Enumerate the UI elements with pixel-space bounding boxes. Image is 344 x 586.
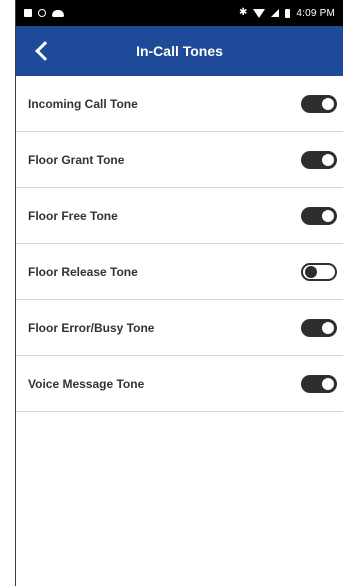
page-title: In-Call Tones (136, 43, 223, 59)
toggle-knob (305, 265, 317, 278)
square-notification-icon (24, 9, 32, 17)
settings-list: Incoming Call Tone Floor Grant Tone Floo… (16, 76, 343, 412)
setting-label: Floor Release Tone (28, 264, 138, 279)
toggle-knob (322, 97, 334, 110)
phone-screen: ✱ 4:09 PM In-Call Tones Incoming Call To… (15, 0, 343, 586)
setting-label: Floor Error/Busy Tone (28, 320, 155, 335)
app-bar: In-Call Tones (16, 26, 343, 76)
chevron-left-icon (35, 41, 55, 61)
floor-grant-tone-toggle[interactable] (301, 150, 337, 169)
toggle-knob (322, 377, 334, 390)
status-bar: ✱ 4:09 PM (16, 0, 343, 26)
bluetooth-icon: ✱ (238, 7, 248, 18)
toggle-knob (322, 209, 334, 222)
status-time: 4:09 PM (296, 7, 335, 19)
battery-icon (285, 8, 291, 18)
toggle-knob (322, 153, 334, 166)
cloud-icon (52, 9, 64, 17)
setting-row-voice-message-tone: Voice Message Tone (16, 356, 343, 412)
circle-notification-icon (38, 9, 46, 17)
setting-label: Floor Grant Tone (28, 152, 125, 167)
setting-row-floor-release-tone: Floor Release Tone (16, 244, 343, 300)
setting-row-floor-grant-tone: Floor Grant Tone (16, 132, 343, 188)
toggle-knob (322, 321, 334, 334)
incoming-call-tone-toggle[interactable] (301, 94, 337, 113)
setting-row-incoming-call-tone: Incoming Call Tone (16, 76, 343, 132)
signal-icon (271, 9, 280, 17)
floor-free-tone-toggle[interactable] (301, 206, 337, 225)
setting-row-floor-error-busy-tone: Floor Error/Busy Tone (16, 300, 343, 356)
setting-label: Voice Message Tone (28, 376, 145, 391)
voice-message-tone-toggle[interactable] (301, 374, 337, 393)
wifi-icon (253, 8, 266, 18)
setting-label: Floor Free Tone (28, 208, 118, 223)
setting-row-floor-free-tone: Floor Free Tone (16, 188, 343, 244)
status-left-icons (24, 9, 64, 17)
floor-error-busy-tone-toggle[interactable] (301, 318, 337, 337)
status-right-icons: ✱ 4:09 PM (239, 8, 335, 19)
back-button[interactable] (22, 26, 62, 76)
floor-release-tone-toggle[interactable] (301, 262, 337, 281)
setting-label: Incoming Call Tone (28, 96, 138, 111)
